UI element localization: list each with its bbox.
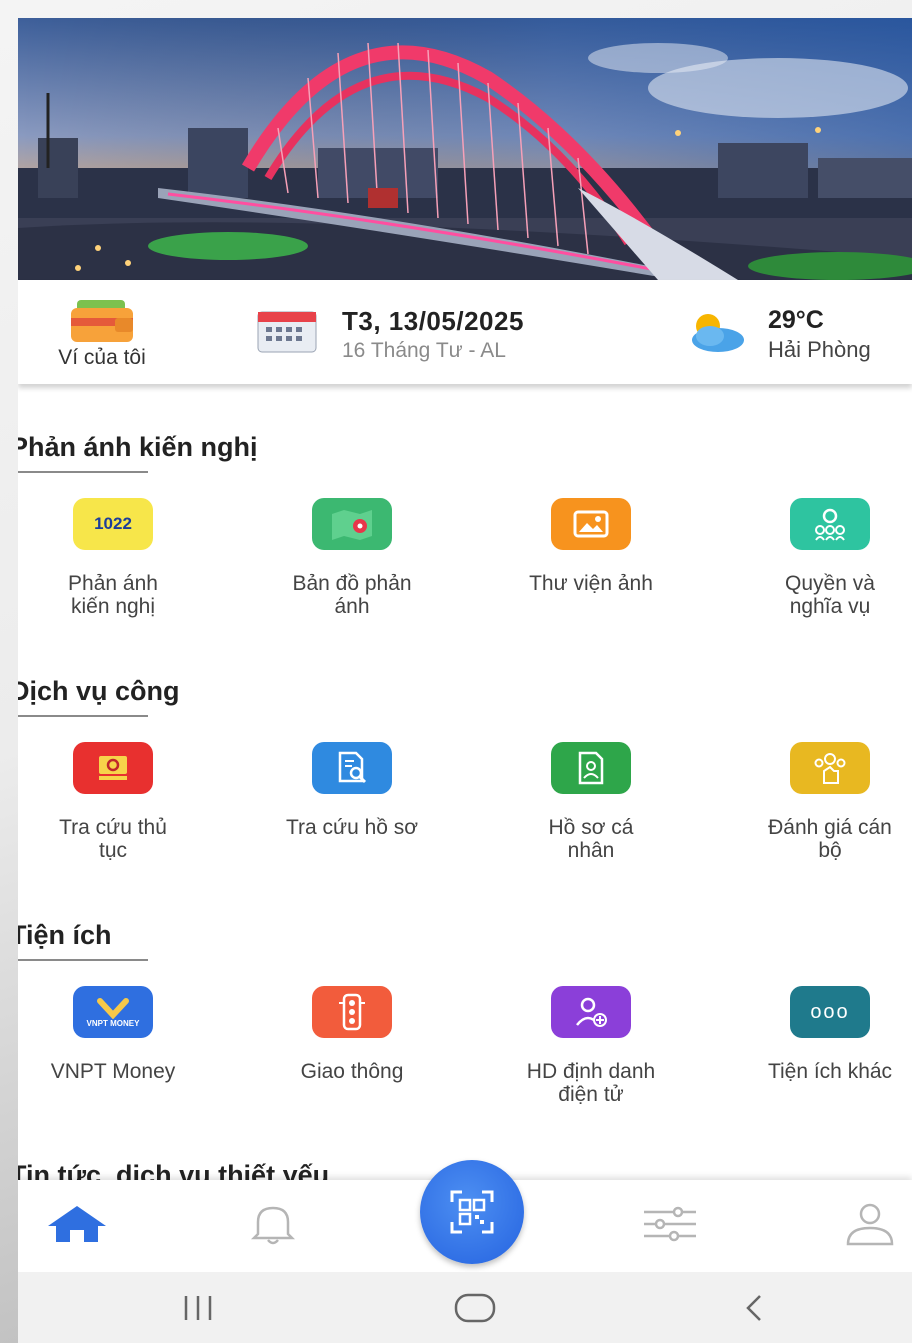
tile-label-line1: HD định danh bbox=[526, 1060, 656, 1083]
wallet-button[interactable]: Ví của tôi bbox=[32, 298, 172, 370]
tile-label-line1: Tra cứu hồ sơ bbox=[285, 816, 419, 839]
tile-label-line1: Tra cứu thủ bbox=[59, 816, 167, 839]
icon-caption: VNPT MONEY bbox=[86, 1018, 140, 1028]
tile-giao-thong[interactable]: Giao thông bbox=[247, 986, 457, 1083]
wallet-label: Ví của tôi bbox=[58, 346, 146, 369]
more-icon: ooo bbox=[790, 986, 870, 1038]
recent-apps-icon[interactable] bbox=[176, 1290, 220, 1331]
section-title-text: Dịch vụ công bbox=[18, 676, 180, 706]
section-title-public-services: Dịch vụ công bbox=[18, 676, 180, 717]
back-icon[interactable] bbox=[736, 1290, 772, 1331]
section-underline bbox=[18, 959, 148, 961]
wallet-icon bbox=[67, 298, 137, 344]
tile-ban-do-phan-anh[interactable]: Bản đồ phản ánh bbox=[247, 498, 457, 618]
tile-vnpt-money[interactable]: VNPT MONEY VNPT Money bbox=[18, 986, 218, 1083]
tile-tra-cuu-ho-so[interactable]: Tra cứu hồ sơ bbox=[247, 742, 457, 839]
tile-label-line1: Tiện ích khác bbox=[767, 1060, 893, 1083]
qr-scan-button[interactable] bbox=[420, 1160, 524, 1264]
section-title-feedback: Phản ánh kiến nghị bbox=[18, 432, 258, 473]
hotline-1022-icon: 1022 bbox=[73, 498, 153, 550]
tile-quyen-va-nghia-vu[interactable]: Quyền và nghĩa vụ bbox=[725, 498, 912, 618]
icon-caption: ooo bbox=[810, 1000, 850, 1023]
tile-label-line2: bộ bbox=[818, 839, 842, 862]
user-icon[interactable] bbox=[842, 1202, 898, 1251]
temperature: 29°C bbox=[768, 306, 824, 334]
lunar-date: 16 Tháng Tư - AL bbox=[342, 339, 506, 362]
traffic-light-icon bbox=[312, 986, 392, 1038]
vnpt-money-icon: VNPT MONEY bbox=[73, 986, 153, 1038]
procedure-search-icon bbox=[73, 742, 153, 794]
tile-label-line1: Bản đồ phản bbox=[292, 572, 412, 595]
tile-label-line1: Hồ sơ cá bbox=[548, 816, 634, 839]
app-screen: Ví của tôi T3, 13/05/2025 16 Tháng Tư - … bbox=[18, 18, 912, 1343]
tile-danh-gia-can-bo[interactable]: Đánh giá cán bộ bbox=[725, 742, 912, 862]
settings-sliders-icon[interactable] bbox=[640, 1202, 700, 1251]
icon-caption: 1022 bbox=[94, 514, 132, 533]
tile-tien-ich-khac[interactable]: ooo Tiện ích khác bbox=[725, 986, 912, 1083]
image-gallery-icon bbox=[551, 498, 631, 550]
bell-icon[interactable] bbox=[248, 1202, 298, 1251]
tile-label-line2: điện tử bbox=[558, 1083, 624, 1106]
date-main: T3, 13/05/2025 bbox=[342, 306, 524, 336]
qr-scan-icon bbox=[450, 1190, 494, 1234]
document-search-icon bbox=[312, 742, 392, 794]
map-pin-icon bbox=[312, 498, 392, 550]
tile-label-line1: Thư viện ảnh bbox=[529, 572, 653, 595]
tile-label-line1: Quyền và bbox=[785, 572, 875, 595]
tile-label-line2: tục bbox=[98, 839, 127, 862]
tile-tra-cuu-thu-tuc[interactable]: Tra cứu thủ tục bbox=[18, 742, 218, 862]
tile-phan-anh-kien-nghi[interactable]: 1022 Phản ánh kiến nghị bbox=[18, 498, 218, 618]
feedback-grid: 1022 Phản ánh kiến nghị Bản đồ phản ánh Th… bbox=[18, 498, 912, 648]
bottom-nav bbox=[18, 1160, 912, 1272]
tile-label-line2: nhân bbox=[567, 839, 615, 862]
personal-profile-icon bbox=[551, 742, 631, 794]
home-system-icon[interactable] bbox=[452, 1290, 498, 1331]
tile-ho-so-ca-nhan[interactable]: Hồ sơ cá nhân bbox=[486, 742, 696, 862]
rights-duties-icon bbox=[790, 498, 870, 550]
section-title-utilities: Tiện ích bbox=[18, 920, 148, 961]
banner-image bbox=[18, 18, 912, 280]
tile-thu-vien-anh[interactable]: Thư viện ảnh bbox=[486, 498, 696, 595]
section-title-text: Phản ánh kiến nghị bbox=[18, 432, 258, 462]
tile-label-line1: VNPT Money bbox=[50, 1060, 176, 1083]
section-title-text: Tiện ích bbox=[18, 920, 112, 950]
tile-hd-dinh-danh[interactable]: HD định danh điện tử bbox=[486, 986, 696, 1106]
utilities-grid: VNPT MONEY VNPT Money Giao thông HD định… bbox=[18, 986, 912, 1136]
tile-label-line2: ánh bbox=[334, 595, 370, 618]
section-underline bbox=[18, 471, 148, 473]
e-identity-icon bbox=[551, 986, 631, 1038]
tile-label-line1: Đánh giá cán bbox=[768, 816, 892, 839]
calendar-icon bbox=[256, 308, 318, 359]
home-icon[interactable] bbox=[44, 1202, 110, 1251]
tile-label-line2: nghĩa vụ bbox=[789, 595, 871, 618]
tile-label-line1: Giao thông bbox=[300, 1060, 404, 1083]
city-name: Hải Phòng bbox=[768, 337, 871, 362]
info-bar: Ví của tôi T3, 13/05/2025 16 Tháng Tư - … bbox=[18, 280, 912, 384]
tile-label-line1: Phản ánh bbox=[68, 572, 158, 595]
officer-rating-icon bbox=[790, 742, 870, 794]
tile-label-line2: kiến nghị bbox=[70, 595, 156, 618]
public-services-grid: Tra cứu thủ tục Tra cứu hồ sơ Hồ sơ cá nhâ… bbox=[18, 742, 912, 892]
section-underline bbox=[18, 715, 148, 717]
system-nav-bar bbox=[18, 1272, 912, 1343]
weather-cloud-sun-icon bbox=[682, 310, 748, 359]
